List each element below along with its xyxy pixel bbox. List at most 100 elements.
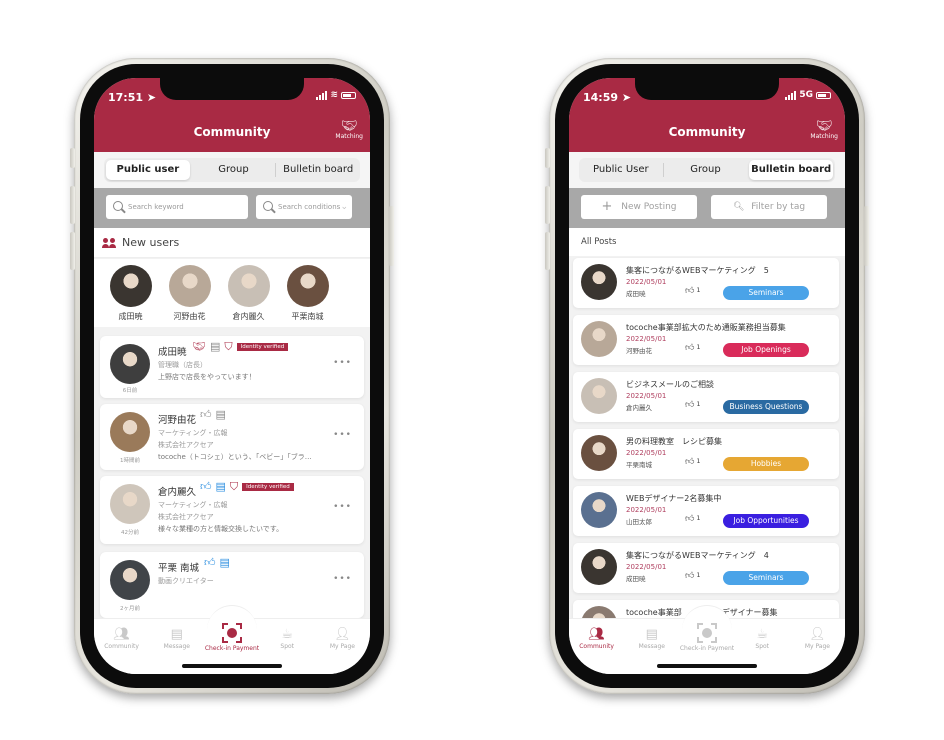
post-card[interactable]: ビジネスメールのご相談 2022/05/01 倉内麗久 👍︎ 1 Business Que… xyxy=(573,372,839,422)
more-button[interactable]: ••• xyxy=(333,430,352,440)
post-card[interactable]: 男の料理教室 レシピ募集 2022/05/01 平栗南城 👍︎ 1 Hobbies xyxy=(573,429,839,479)
post-date: 2022/05/01 xyxy=(626,278,667,286)
matching-button[interactable]: 🤝︎ Matching xyxy=(810,120,838,140)
post-tag[interactable]: Hobbies xyxy=(723,457,809,471)
like-count: 1 xyxy=(696,571,701,579)
like-button[interactable]: 👍︎ 1 xyxy=(685,343,701,353)
handshake-icon: 🤝︎ xyxy=(340,119,358,134)
post-tag[interactable]: Seminars xyxy=(723,286,809,300)
filter-by-tag-input[interactable]: 🔍︎ Filter by tag xyxy=(711,195,827,219)
tab-bulletin-board[interactable]: Bulletin board xyxy=(749,160,834,180)
thumbs-up-icon: 👍︎ xyxy=(685,514,695,524)
message-icon: ▤ xyxy=(170,627,183,642)
like-count: 1 xyxy=(696,457,701,465)
user-card[interactable]: 42分前 倉内麗久 👍︎ ▤ ⛉ Identity verified マーケティ… xyxy=(100,476,364,544)
post-author: 成田暁 xyxy=(626,575,646,583)
post-card[interactable]: WEBデザイナー2名募集中 2022/05/01 山田太郎 👍︎ 1 Job Opport… xyxy=(573,486,839,536)
battery-icon xyxy=(341,91,356,99)
signal-icon xyxy=(316,90,328,100)
more-button[interactable]: ••• xyxy=(333,502,352,512)
post-title: 集客につながるWEBマーケティング 5 xyxy=(626,266,769,275)
user-badges: 🤝︎ ▤ ⛉ Identity verified xyxy=(192,340,289,353)
new-user-name: 倉内麗久 xyxy=(232,312,265,321)
message-icon: ▤ xyxy=(215,480,226,493)
tab-public-user[interactable]: Public user xyxy=(106,160,190,180)
new-user-name: 成田暁 xyxy=(118,312,143,321)
user-card[interactable]: 6日前 成田暁 🤝︎ ▤ ⛉ Identity verified 管理職（店長）… xyxy=(100,336,364,398)
new-user-item[interactable]: 河野由花 xyxy=(167,259,212,327)
tab-label: Check-in Payment xyxy=(204,645,260,652)
tab-bulletin-board[interactable]: Bulletin board xyxy=(276,158,360,182)
tab-group[interactable]: Group xyxy=(192,158,276,182)
user-name: 倉内麗久 xyxy=(158,487,197,498)
like-button[interactable]: 👍︎ 1 xyxy=(685,571,701,581)
last-active: 1時間前 xyxy=(120,458,140,464)
post-card[interactable]: tocoche事業部拡大のため通販業務担当募集 2022/05/01 河野由花 👍︎ 1… xyxy=(573,315,839,365)
like-button[interactable]: 👍︎ 1 xyxy=(685,457,701,467)
search-conditions-select[interactable]: Search conditions ⌄ xyxy=(256,195,352,219)
like-count: 1 xyxy=(696,286,701,294)
segment-control: Public User Group Bulletin board xyxy=(579,158,835,182)
post-tag[interactable]: Seminars xyxy=(723,571,809,585)
post-tag[interactable]: Business Questions xyxy=(723,400,809,414)
new-posting-button[interactable]: + New Posting xyxy=(581,195,697,219)
post-tag[interactable]: Job Opportunities xyxy=(723,514,809,528)
post-card[interactable]: 集客につながるWEBマーケティング 5 2022/05/01 成田暁 👍︎ 1 Semin… xyxy=(573,258,839,308)
notch xyxy=(160,78,304,100)
scan-icon xyxy=(697,623,717,643)
tab-my-page[interactable]: 👤︎ My Page xyxy=(790,619,845,674)
matching-button[interactable]: 🤝︎ Matching xyxy=(335,120,363,140)
segment-control-wrap: Public user Group Bulletin board xyxy=(94,152,370,188)
tab-group[interactable]: Group xyxy=(664,158,748,182)
new-posting-label: New Posting xyxy=(621,202,677,212)
tab-label: My Page xyxy=(329,643,355,650)
status-icons: 5G xyxy=(785,90,831,100)
tab-public-user[interactable]: Public User xyxy=(579,158,663,182)
post-author: 平栗南城 xyxy=(626,461,652,469)
user-bio: 上野店で店長をやっています！ xyxy=(158,373,256,381)
people-icon: 👥︎ xyxy=(588,627,605,642)
message-icon: ▤ xyxy=(645,627,658,642)
new-user-item[interactable]: 平栗南城 xyxy=(285,259,330,327)
new-users-list: 成田暁 河野由花 倉内麗久 平栗南城 xyxy=(94,259,370,327)
tab-label: Community xyxy=(104,643,139,650)
volume-down-button xyxy=(70,232,75,270)
user-bio: 様々な業種の方と情報交換したいです。 xyxy=(158,525,284,533)
tab-label: Message xyxy=(638,643,665,650)
tab-my-page[interactable]: 👤︎ My Page xyxy=(315,619,370,674)
avatar xyxy=(581,435,617,471)
avatar xyxy=(581,549,617,585)
like-button[interactable]: 👍︎ 1 xyxy=(685,286,701,296)
user-card[interactable]: 1時間前 河野由花 👍︎ ▤ マーケティング・広報 株式会社アクセア tococ… xyxy=(100,404,364,470)
search-keyword-input[interactable]: Search keyword xyxy=(106,195,248,219)
tab-community[interactable]: 👥︎ Community xyxy=(569,619,624,674)
identity-verified-badge: Identity verified xyxy=(242,483,294,491)
more-button[interactable]: ••• xyxy=(333,574,352,584)
new-user-item[interactable]: 成田暁 xyxy=(108,259,153,327)
power-button xyxy=(864,206,869,266)
user-company: 株式会社アクセア xyxy=(158,441,214,449)
avatar xyxy=(227,265,270,307)
phone-public-user: 17:51 ➤ ≋ Community 🤝︎ Matching Public u… xyxy=(70,58,394,694)
post-tag[interactable]: Job Openings xyxy=(723,343,809,357)
like-pending-icon: 👍︎ xyxy=(204,556,216,569)
new-user-name: 河野由花 xyxy=(173,312,206,321)
post-author: 倉内麗久 xyxy=(626,404,652,412)
shield-icon: ⛉ xyxy=(224,340,233,353)
home-indicator[interactable] xyxy=(657,664,757,668)
last-active: 2ヶ月前 xyxy=(120,606,140,612)
home-indicator[interactable] xyxy=(182,664,282,668)
tab-community[interactable]: 👥︎ Community xyxy=(94,619,149,674)
new-user-item[interactable]: 倉内麗久 xyxy=(226,259,271,327)
like-button[interactable]: 👍︎ 1 xyxy=(685,400,701,410)
page-title: Community xyxy=(668,125,746,139)
thumbs-up-icon: 👍︎ xyxy=(685,400,695,410)
more-button[interactable]: ••• xyxy=(333,358,352,368)
status-time: 14:59 ➤ xyxy=(583,91,632,104)
handshake-icon: 🤝︎ xyxy=(815,119,833,134)
post-card[interactable]: 集客につながるWEBマーケティング 4 2022/05/01 成田暁 👍︎ 1 Semin… xyxy=(573,543,839,593)
screen: 17:51 ➤ ≋ Community 🤝︎ Matching Public u… xyxy=(94,78,370,674)
post-title: 男の料理教室 レシピ募集 xyxy=(626,437,722,446)
like-button[interactable]: 👍︎ 1 xyxy=(685,514,701,524)
person-icon: 👤︎ xyxy=(809,627,826,642)
